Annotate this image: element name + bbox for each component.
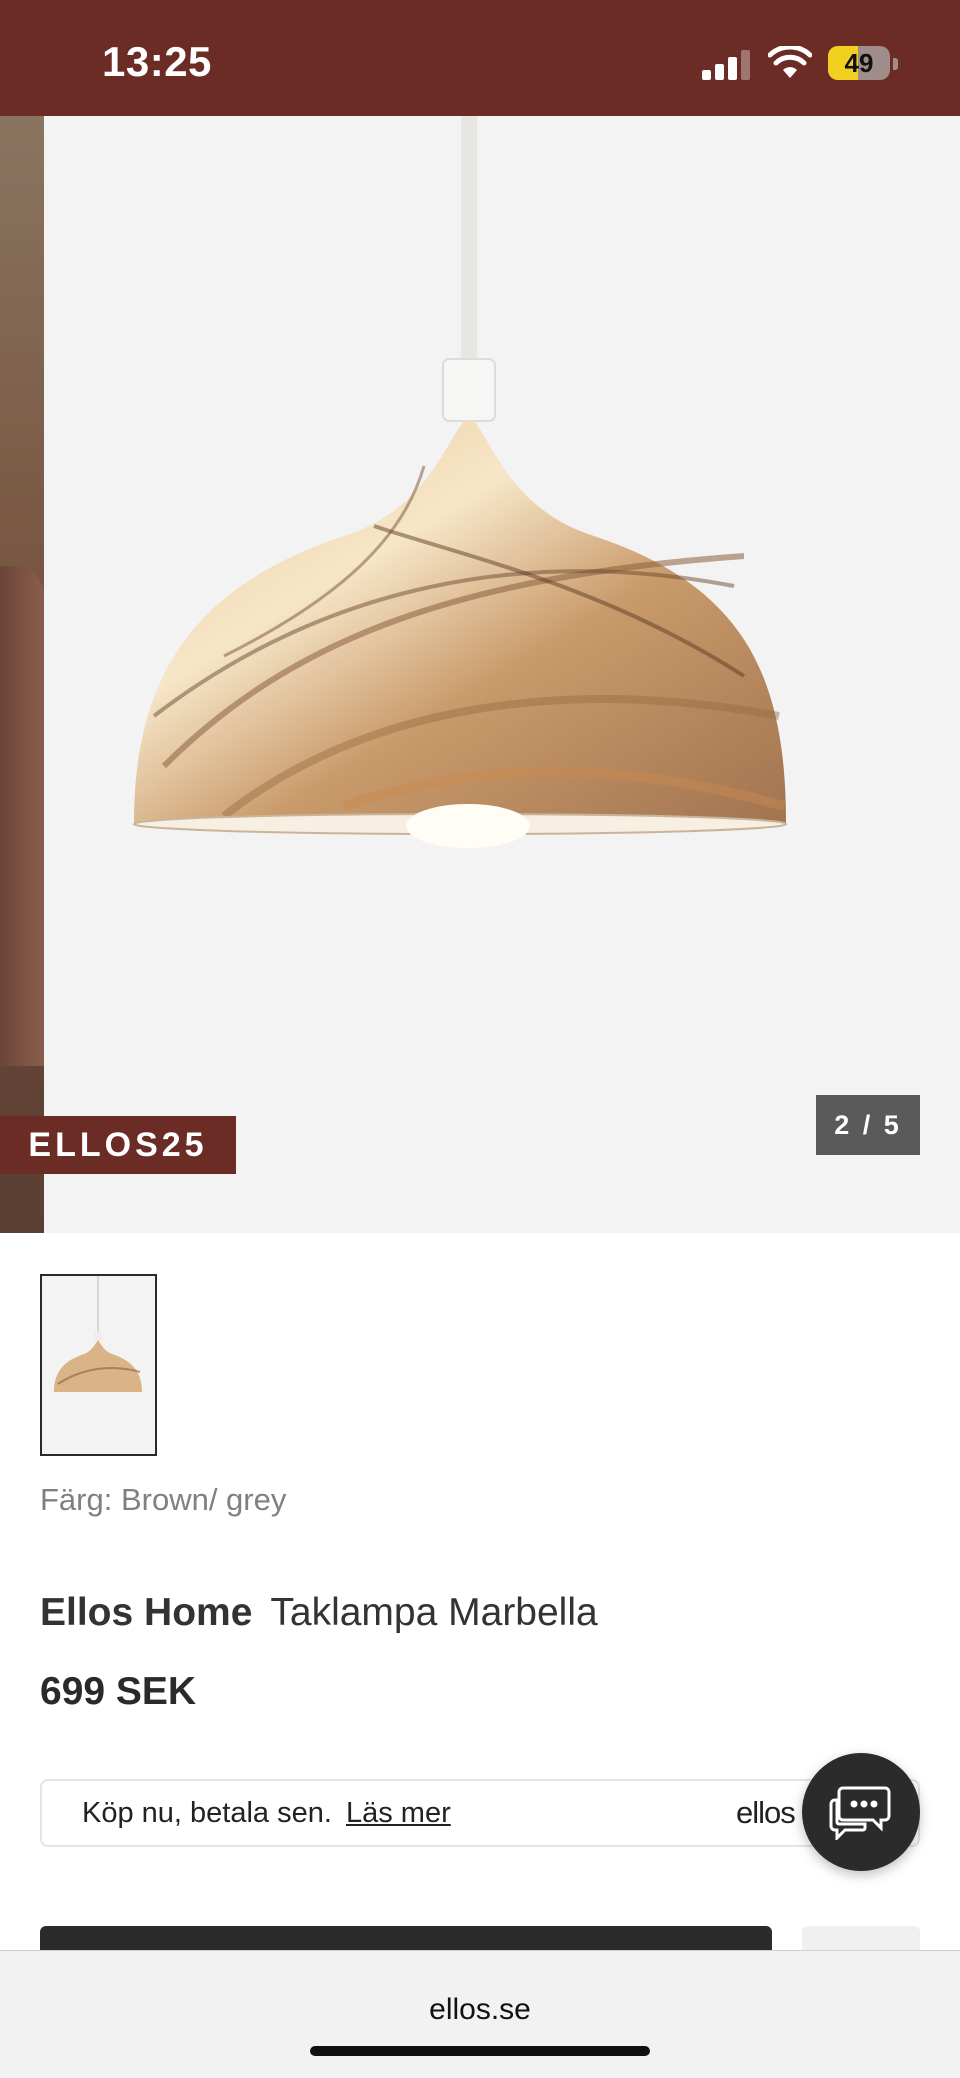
promo-code-badge: ELLOS25 <box>0 1116 236 1174</box>
brand-name[interactable]: Ellos Home <box>40 1591 252 1634</box>
battery-tip <box>893 58 898 70</box>
battery-level: 49 <box>844 47 874 78</box>
cellular-signal-icon <box>702 48 750 80</box>
home-indicator[interactable] <box>310 2046 650 2056</box>
product-image-pendant-lamp[interactable] <box>44 116 960 1233</box>
wifi-icon <box>768 46 812 78</box>
browser-address-bar[interactable]: ellos.se <box>0 1950 960 2078</box>
image-counter: 2 / 5 <box>816 1095 920 1155</box>
product-image-gallery[interactable]: ELLOS25 2 / 5 <box>0 116 960 1233</box>
pay-later-text: Köp nu, betala sen. <box>82 1797 332 1829</box>
url-text[interactable]: ellos.se <box>0 1993 960 2027</box>
product-name: Taklampa Marbella <box>270 1591 598 1634</box>
previous-image-peek[interactable] <box>0 116 44 1233</box>
status-time: 13:25 <box>102 38 212 85</box>
read-more-link[interactable]: Läs mer <box>346 1797 451 1829</box>
thumbnail-lamp-image <box>42 1276 155 1454</box>
pay-later-text-row: Köp nu, betala sen. Läs mer <box>82 1797 451 1830</box>
color-label: Färg: Brown/ grey <box>40 1482 287 1517</box>
chat-bubbles-icon <box>829 1786 891 1840</box>
product-title: Ellos Home Taklampa Marbella <box>40 1591 598 1635</box>
chat-button[interactable] <box>802 1753 920 1871</box>
battery-icon: 49 <box>828 46 890 80</box>
product-price: 699 SEK <box>40 1670 197 1713</box>
pay-later-banner: Köp nu, betala sen. Läs mer ellos <box>40 1779 920 1847</box>
product-thumbnail[interactable] <box>40 1274 157 1456</box>
status-bar: 13:25 49 <box>0 0 960 116</box>
ellos-logo: ellos <box>736 1795 796 1830</box>
